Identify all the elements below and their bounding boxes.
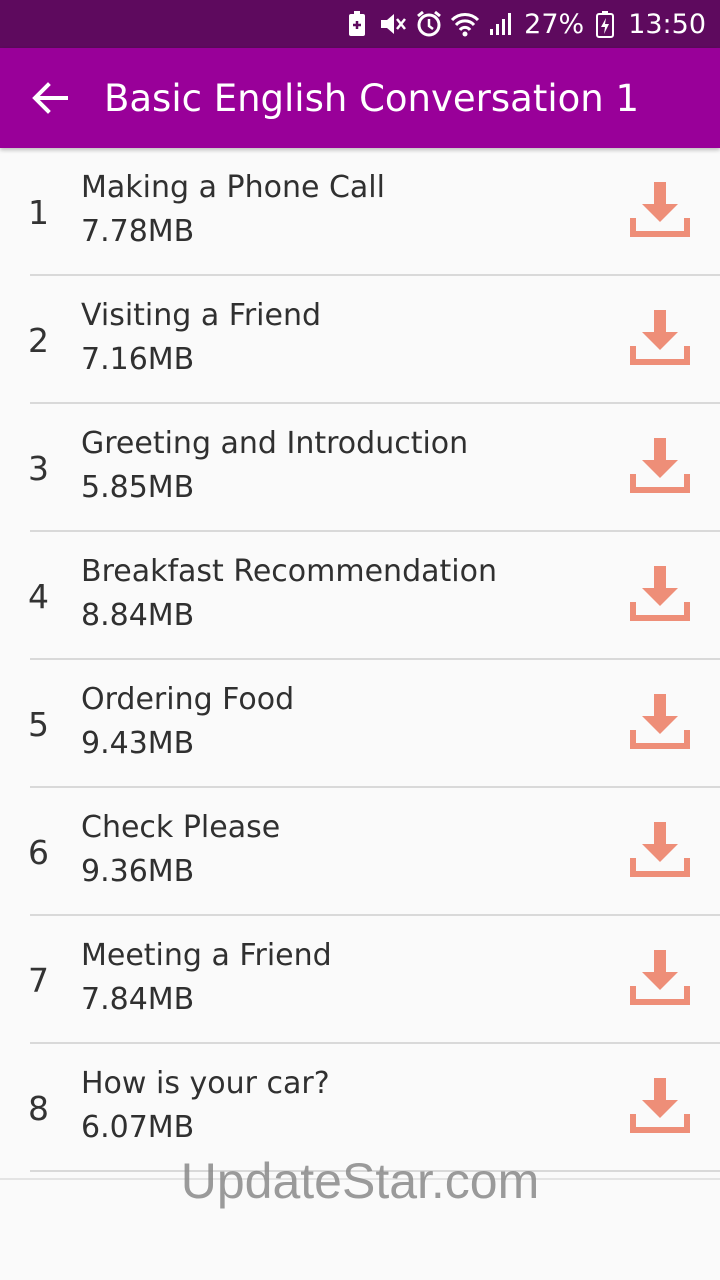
list-item[interactable]: 1 Making a Phone Call 7.78MB — [0, 148, 720, 276]
list-item[interactable]: 4 Breakfast Recommendation 8.84MB — [0, 532, 720, 660]
back-button[interactable] — [0, 48, 104, 148]
page-title: Basic English Conversation 1 — [104, 76, 640, 120]
lesson-file-size: 7.84MB — [81, 982, 195, 1017]
lesson-file-size: 6.07MB — [81, 1110, 195, 1145]
download-button[interactable] — [626, 946, 694, 1014]
list-item[interactable]: 3 Greeting and Introduction 5.85MB — [0, 404, 720, 532]
lesson-number: 6 — [28, 832, 49, 872]
list-item[interactable]: 7 Meeting a Friend 7.84MB — [0, 916, 720, 1044]
download-icon — [630, 566, 690, 621]
download-button[interactable] — [626, 306, 694, 374]
lesson-number: 1 — [28, 192, 49, 232]
download-icon — [630, 438, 690, 493]
lesson-number: 7 — [28, 960, 49, 1000]
lesson-number: 3 — [28, 448, 49, 488]
app-bar: Basic English Conversation 1 — [0, 48, 720, 148]
download-button[interactable] — [626, 690, 694, 758]
download-icon — [630, 310, 690, 365]
clock-time: 13:50 — [628, 8, 706, 40]
lesson-number: 5 — [28, 704, 49, 744]
download-icon — [630, 694, 690, 749]
lesson-number: 2 — [28, 320, 49, 360]
list-item[interactable]: 5 Ordering Food 9.43MB — [0, 660, 720, 788]
list-item[interactable]: 2 Visiting a Friend 7.16MB — [0, 276, 720, 404]
watermark: UpdateStar.com — [180, 1153, 540, 1209]
wifi-icon — [450, 9, 480, 39]
lesson-file-size: 8.84MB — [81, 598, 195, 633]
lesson-file-size: 7.16MB — [81, 342, 195, 377]
lesson-list: 1 Making a Phone Call 7.78MB 2 Visiting a Fr… — [0, 148, 720, 1172]
lesson-file-size: 9.36MB — [81, 854, 195, 889]
download-icon — [630, 950, 690, 1005]
status-bar: 27% 13:50 — [0, 0, 720, 48]
lesson-title: How is your car? — [81, 1066, 330, 1101]
download-button[interactable] — [626, 818, 694, 886]
lesson-file-size: 9.43MB — [81, 726, 195, 761]
lesson-title: Visiting a Friend — [81, 298, 322, 333]
battery-saver-icon — [342, 9, 372, 39]
lesson-title: Greeting and Introduction — [81, 426, 469, 461]
battery-percent: 27% — [524, 8, 585, 40]
lesson-number: 4 — [28, 576, 49, 616]
lesson-title: Breakfast Recommendation — [81, 554, 497, 589]
arrow-left-icon — [32, 82, 68, 114]
download-button[interactable] — [626, 178, 694, 246]
list-item[interactable]: 6 Check Please 9.36MB — [0, 788, 720, 916]
lesson-file-size: 5.85MB — [81, 470, 195, 505]
alarm-icon — [414, 9, 444, 39]
lesson-title: Making a Phone Call — [81, 170, 385, 205]
download-button[interactable] — [626, 562, 694, 630]
download-icon — [630, 182, 690, 237]
lesson-title: Meeting a Friend — [81, 938, 332, 973]
download-button[interactable] — [626, 1074, 694, 1142]
mute-icon — [378, 9, 408, 39]
lesson-title: Check Please — [81, 810, 281, 845]
signal-icon — [486, 9, 516, 39]
battery-charging-icon — [590, 9, 620, 39]
lesson-file-size: 7.78MB — [81, 214, 195, 249]
download-icon — [630, 822, 690, 877]
download-icon — [630, 1078, 690, 1133]
lesson-title: Ordering Food — [81, 682, 295, 717]
download-button[interactable] — [626, 434, 694, 502]
